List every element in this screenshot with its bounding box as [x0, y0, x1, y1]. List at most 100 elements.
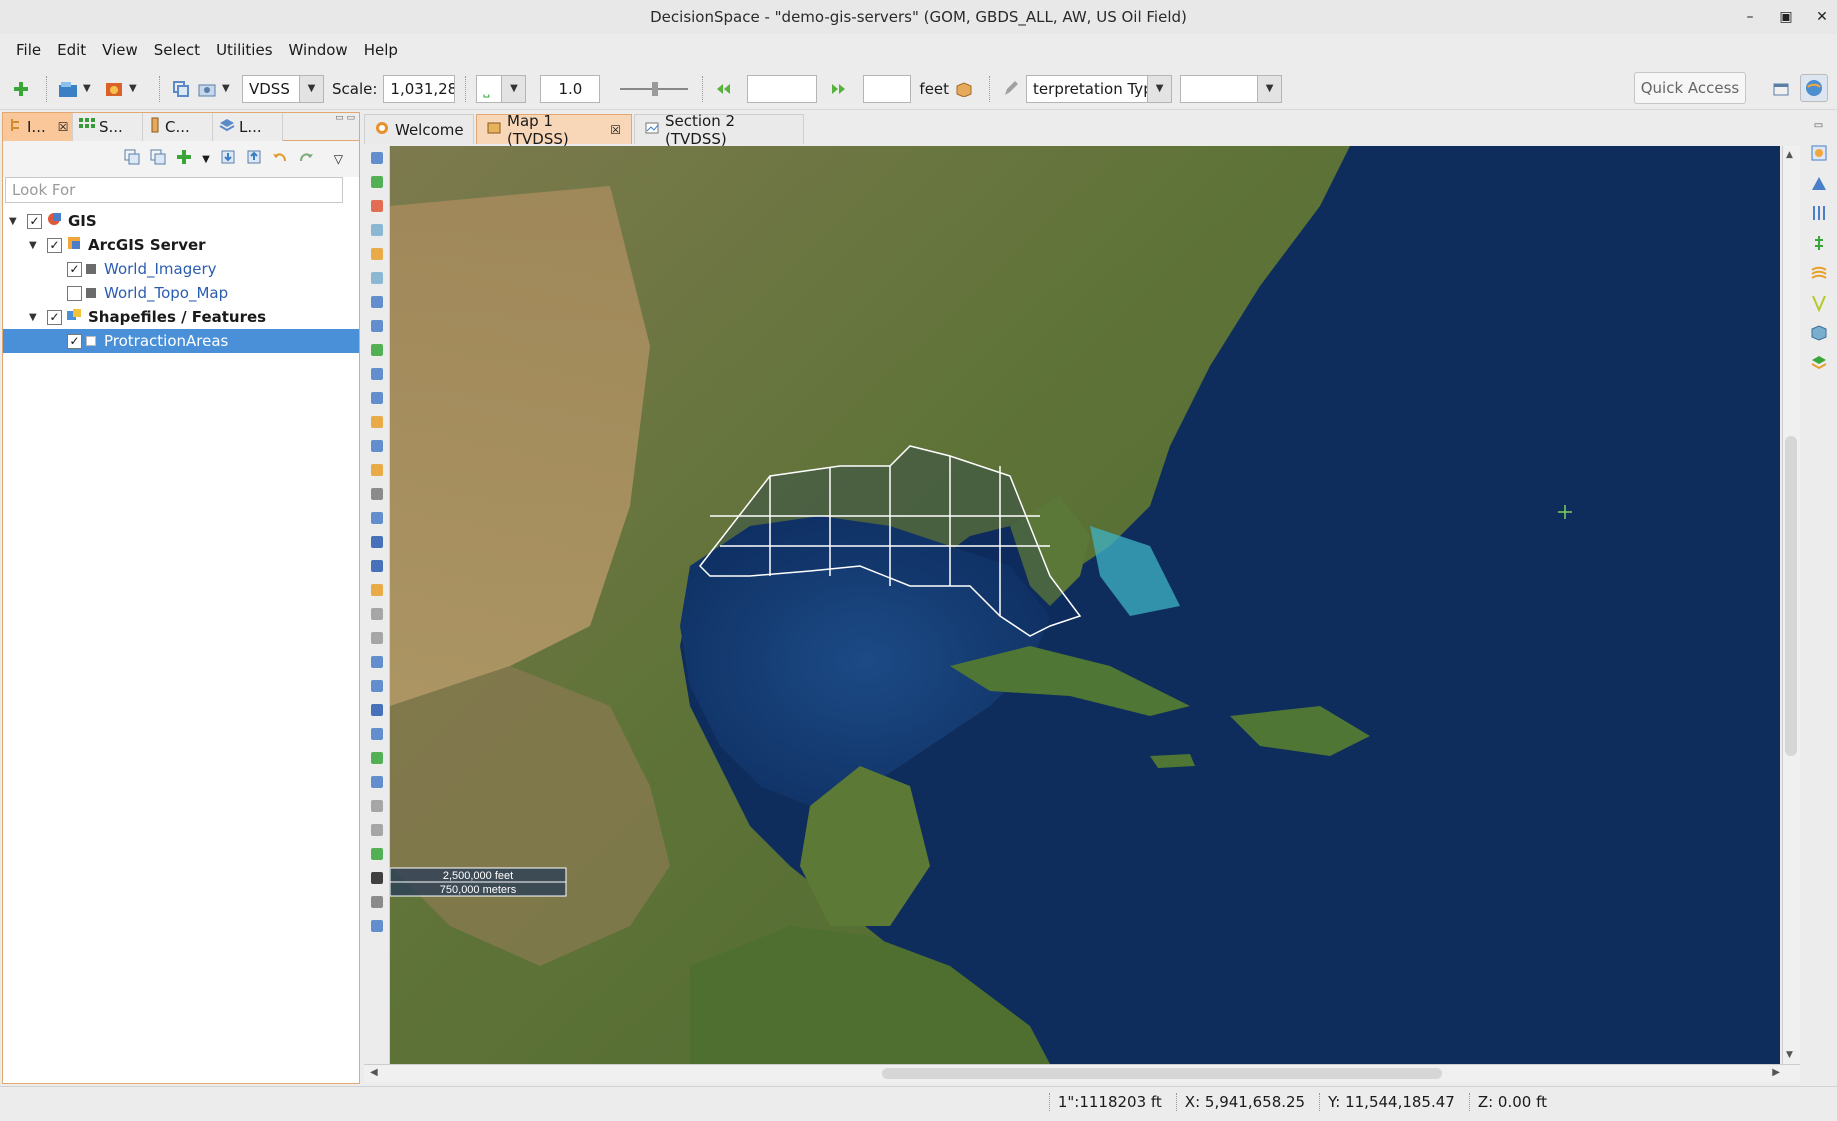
- interpretation-select[interactable]: ▼: [1180, 74, 1283, 103]
- fill-icon[interactable]: [364, 578, 389, 602]
- zoom-slider[interactable]: [616, 79, 692, 99]
- range-start-input[interactable]: [747, 74, 818, 103]
- expand-arrow-icon[interactable]: ▼: [29, 312, 41, 323]
- close-tab-icon[interactable]: ☒: [58, 120, 69, 134]
- scale-input[interactable]: 1,031,285: [383, 74, 456, 103]
- stack-icon[interactable]: [364, 434, 389, 458]
- import-icon[interactable]: [220, 149, 236, 169]
- connect-icon[interactable]: [364, 506, 389, 530]
- snapshot-dropdown-icon[interactable]: ▼: [222, 83, 234, 94]
- tree-node-gis[interactable]: ▼ ✓ GIS: [3, 209, 359, 233]
- tab-inventory[interactable]: I... ☒: [3, 113, 73, 141]
- restore-icon[interactable]: ▭: [1800, 112, 1837, 138]
- session-icon[interactable]: [103, 78, 125, 100]
- cube-icon[interactable]: [1800, 318, 1837, 348]
- copy-view-icon[interactable]: [170, 78, 192, 100]
- session-dropdown-icon[interactable]: ▼: [129, 83, 141, 94]
- add-layer-dropdown-icon[interactable]: ▼: [202, 154, 210, 165]
- map-horizontal-scrollbar[interactable]: ◀ ▶: [364, 1064, 1800, 1082]
- print-icon[interactable]: [364, 890, 389, 914]
- polygon-icon[interactable]: [364, 410, 389, 434]
- minimize-icon[interactable]: –: [1743, 9, 1757, 25]
- scroll-down-icon[interactable]: ▼: [1786, 1050, 1793, 1060]
- layers-tool-icon[interactable]: [364, 770, 389, 794]
- checkbox-shapefiles[interactable]: ✓: [47, 309, 62, 325]
- tab-map-1[interactable]: Map 1 (TVDSS) ☒: [476, 112, 632, 148]
- tab-s[interactable]: S...: [73, 113, 143, 141]
- circle-tool-icon[interactable]: [364, 674, 389, 698]
- chevron-down-icon[interactable]: ▼: [1147, 75, 1172, 102]
- measure-icon[interactable]: [364, 314, 389, 338]
- previous-icon[interactable]: [713, 78, 735, 100]
- chevron-down-icon[interactable]: ▼: [501, 75, 526, 102]
- tab-c[interactable]: C...: [143, 113, 213, 141]
- map-view-icon[interactable]: [1800, 138, 1837, 168]
- dot-icon[interactable]: [364, 602, 389, 626]
- box-icon[interactable]: [953, 78, 975, 100]
- checkbox-world-imagery[interactable]: ✓: [67, 261, 82, 277]
- layers-icon[interactable]: [1800, 348, 1837, 378]
- tab-welcome[interactable]: Welcome: [364, 114, 474, 144]
- expand-arrow-icon[interactable]: ▼: [9, 216, 21, 227]
- menu-edit[interactable]: Edit: [49, 37, 94, 63]
- expand-arrow-icon[interactable]: ▼: [29, 240, 41, 251]
- triangle-icon[interactable]: [364, 530, 389, 554]
- menu-window[interactable]: Window: [281, 37, 356, 63]
- view-menu-icon[interactable]: ▽: [334, 152, 343, 166]
- bookmark-icon[interactable]: [364, 794, 389, 818]
- add-icon[interactable]: [10, 78, 32, 100]
- add-point-icon[interactable]: [364, 650, 389, 674]
- line-style-select[interactable]: ⎵ ▼: [476, 74, 527, 103]
- triangle-outline-icon[interactable]: [364, 554, 389, 578]
- scroll-right-icon[interactable]: ▶: [1772, 1067, 1780, 1078]
- range-end-input[interactable]: [863, 74, 912, 103]
- chevron-down-icon[interactable]: ▼: [299, 75, 323, 102]
- perspective-icon[interactable]: [1770, 78, 1792, 100]
- horizon-icon[interactable]: [1800, 168, 1837, 198]
- polyline-icon[interactable]: [364, 386, 389, 410]
- datum-select[interactable]: VDSS ▼: [242, 74, 324, 103]
- frame-icon[interactable]: [364, 914, 389, 938]
- zoom-extent-icon[interactable]: [364, 218, 389, 242]
- tree-node-arcgis-server[interactable]: ▼ ✓ ArcGIS Server: [3, 233, 359, 257]
- checkbox-gis[interactable]: ✓: [27, 213, 42, 229]
- refresh-icon[interactable]: [364, 290, 389, 314]
- checkbox-arcgis-server[interactable]: ✓: [47, 237, 62, 253]
- label-icon[interactable]: [364, 722, 389, 746]
- marker-icon[interactable]: [364, 842, 389, 866]
- chevron-down-icon[interactable]: ▼: [1257, 75, 1282, 102]
- look-for-input[interactable]: Look For: [5, 177, 343, 203]
- globe-perspective-icon[interactable]: [1800, 74, 1828, 102]
- redo-icon[interactable]: [298, 150, 314, 169]
- collapse-all-icon[interactable]: [124, 149, 140, 169]
- close-tab-icon[interactable]: ☒: [610, 123, 621, 137]
- menu-view[interactable]: View: [94, 37, 146, 63]
- expand-icon[interactable]: [364, 866, 389, 890]
- maximize-icon[interactable]: ▣: [1779, 9, 1793, 25]
- tab-layers[interactable]: L...: [213, 113, 283, 141]
- scroll-left-icon[interactable]: ◀: [370, 1067, 378, 1078]
- checkbox-world-topo-map[interactable]: [67, 285, 82, 301]
- minimize-panel-icon[interactable]: ▭ ▭: [283, 113, 359, 140]
- snapshot-icon[interactable]: [196, 78, 218, 100]
- dot-icon-2[interactable]: [364, 626, 389, 650]
- tree-node-protraction-areas[interactable]: ✓ ProtractionAreas: [3, 329, 359, 353]
- horizontal-scroll-thumb[interactable]: [882, 1068, 1442, 1079]
- checkbox-protraction-areas[interactable]: ✓: [67, 333, 82, 349]
- pencil-icon[interactable]: [1000, 78, 1022, 100]
- expand-all-icon[interactable]: [150, 149, 166, 169]
- open-project-dropdown-icon[interactable]: ▼: [83, 83, 95, 94]
- box-select-icon[interactable]: [364, 458, 389, 482]
- note-icon[interactable]: [364, 746, 389, 770]
- tree-node-world-imagery[interactable]: ✓ World_Imagery: [3, 257, 359, 281]
- pan-icon[interactable]: [364, 146, 389, 170]
- undo-icon[interactable]: [272, 150, 288, 169]
- map-vertical-scrollbar[interactable]: ▲ ▼: [1782, 146, 1800, 1064]
- next-icon[interactable]: [827, 78, 849, 100]
- menu-file[interactable]: File: [8, 37, 49, 63]
- well-path-icon[interactable]: [1800, 228, 1837, 258]
- zoom-next-icon[interactable]: [364, 266, 389, 290]
- vertical-scroll-thumb[interactable]: [1785, 436, 1797, 756]
- open-project-icon[interactable]: [57, 78, 79, 100]
- menu-select[interactable]: Select: [146, 37, 208, 63]
